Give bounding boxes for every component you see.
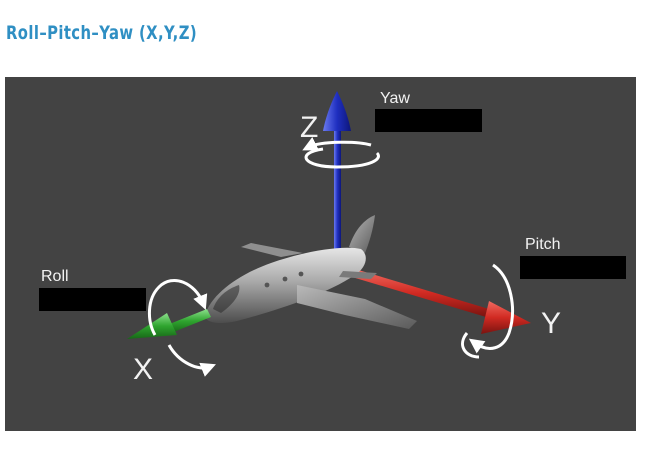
yaw-label: Yaw	[380, 90, 410, 107]
yaw-rotation-arrow	[302, 136, 380, 169]
roll-label: Roll	[41, 268, 69, 285]
yaw-redaction-box	[375, 109, 482, 132]
pitch-redaction-box	[520, 256, 626, 279]
airplane-model	[205, 215, 417, 329]
diagram-title: Roll–Pitch–Yaw (X,Y,Z)	[6, 22, 198, 44]
roll-redaction-box	[39, 288, 146, 311]
y-axis-label: Y	[541, 307, 562, 340]
pitch-label: Pitch	[525, 236, 561, 253]
z-axis-label: Z	[300, 111, 319, 144]
z-axis-arrow	[323, 91, 351, 252]
diagram-panel: Z Y X Yaw Pitch Roll	[5, 77, 636, 431]
x-axis-arrow	[127, 309, 211, 339]
diagram-canvas	[127, 91, 531, 377]
x-axis-label: X	[133, 353, 154, 386]
